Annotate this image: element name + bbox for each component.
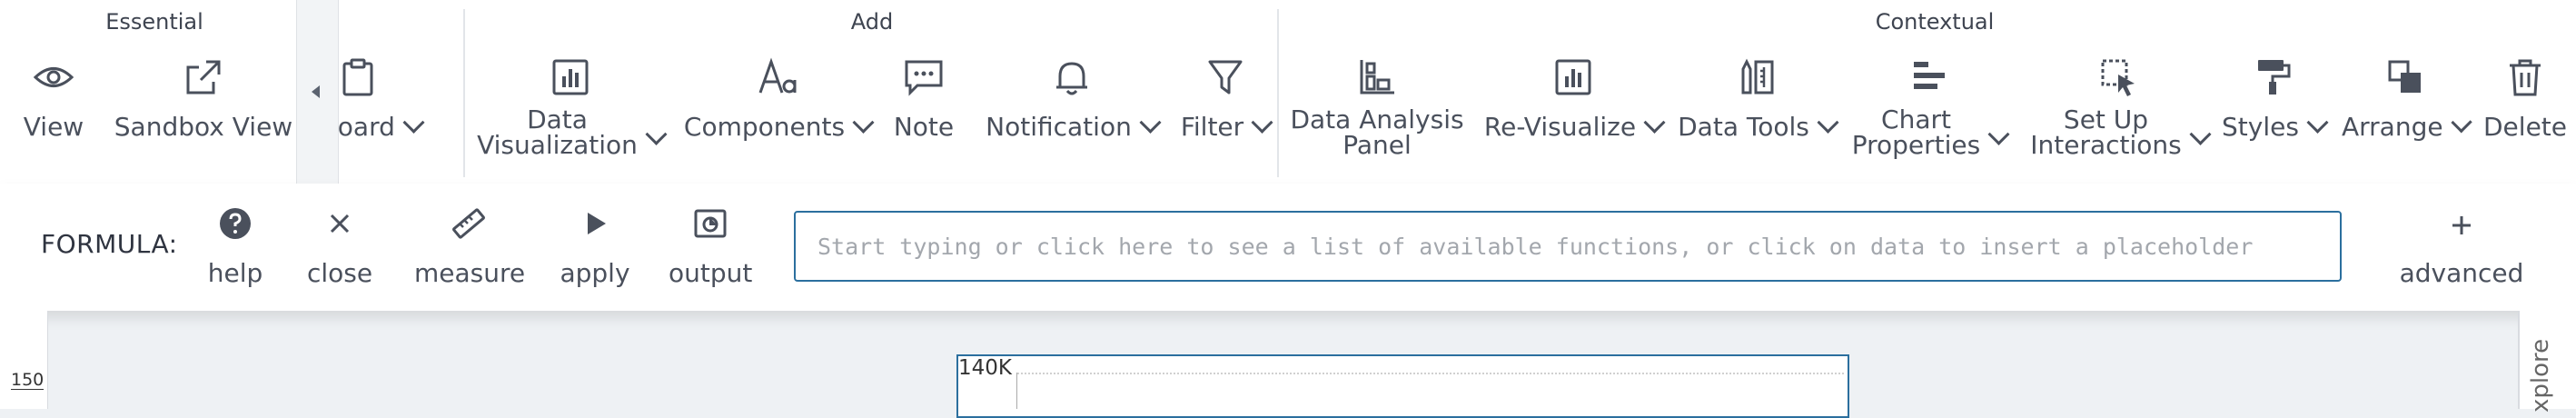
formula-close-button[interactable]: close bbox=[303, 205, 376, 288]
chart-properties-icon bbox=[1908, 56, 1950, 98]
chevron-down-icon bbox=[2450, 111, 2472, 134]
data-tools-icon bbox=[1736, 56, 1778, 98]
arrange-label: Arrange bbox=[2342, 112, 2443, 142]
chevron-down-icon bbox=[402, 111, 425, 134]
formula-close-label: close bbox=[306, 258, 373, 288]
text-font-icon bbox=[757, 56, 798, 98]
close-icon bbox=[322, 205, 358, 242]
re-visualize-label: Re-Visualize bbox=[1483, 112, 1637, 142]
chart-properties-label-line1: Chart bbox=[1881, 104, 1951, 134]
chevron-down-icon bbox=[1817, 111, 1839, 134]
chevron-down-icon bbox=[645, 123, 668, 145]
paint-roller-icon bbox=[2253, 56, 2294, 98]
trash-icon bbox=[2504, 56, 2546, 98]
chevron-down-icon bbox=[1643, 111, 1666, 134]
dashboard-button-clip: board bbox=[339, 0, 457, 184]
chart-properties-label-line2: Properties bbox=[1851, 130, 1981, 160]
formula-advanced-label: advanced bbox=[2399, 258, 2524, 288]
group-label-essential: Essential bbox=[105, 9, 203, 35]
chevron-left-icon bbox=[312, 85, 320, 98]
ribbon-collapse-handle[interactable] bbox=[296, 0, 339, 184]
chevron-down-icon bbox=[2306, 111, 2329, 134]
chevron-down-icon bbox=[1139, 111, 1162, 134]
arrange-layers-icon bbox=[2384, 56, 2426, 98]
eye-icon bbox=[33, 56, 74, 98]
external-link-icon bbox=[183, 56, 224, 98]
formula-help-button[interactable]: help bbox=[205, 205, 265, 288]
vertical-ruler bbox=[0, 311, 48, 409]
group-divider bbox=[463, 9, 465, 177]
chart-y-axis bbox=[1016, 373, 1017, 409]
formula-help-label: help bbox=[207, 258, 263, 288]
chevron-down-icon bbox=[1987, 123, 2010, 145]
bar-chart-icon bbox=[550, 56, 591, 98]
set-up-interactions-label-line2: Interactions bbox=[2030, 130, 2182, 160]
clipboard-icon bbox=[339, 56, 379, 98]
dashboard-label: board bbox=[339, 112, 395, 142]
ruler-icon bbox=[451, 205, 487, 242]
formula-apply-button[interactable]: apply bbox=[556, 205, 634, 288]
sandbox-view-label: Sandbox View bbox=[114, 112, 293, 142]
ruler-value: 150 bbox=[11, 370, 45, 390]
formula-label: FORMULA: bbox=[41, 229, 178, 259]
formula-output-label: output bbox=[669, 258, 753, 288]
styles-label: Styles bbox=[2222, 112, 2299, 142]
bar-chart-icon bbox=[1552, 56, 1594, 98]
data-analysis-panel-label-line2: Panel bbox=[1342, 130, 1412, 160]
formula-measure-button[interactable]: measure bbox=[414, 205, 526, 288]
bell-icon bbox=[1051, 56, 1093, 98]
play-icon bbox=[577, 205, 613, 242]
chevron-down-icon bbox=[2189, 123, 2212, 145]
ribbon-toolbar: Essential Add Contextual View Sandbox Vi… bbox=[0, 0, 2576, 184]
data-visualization-label-line1: Data bbox=[527, 104, 588, 134]
formula-advanced-button[interactable]: advanced bbox=[2398, 207, 2525, 288]
chevron-down-icon bbox=[852, 111, 875, 134]
filter-icon bbox=[1204, 56, 1246, 98]
data-visualization-label-line2: Visualization bbox=[477, 130, 638, 160]
components-label: Components bbox=[683, 112, 846, 142]
chevron-down-icon bbox=[1251, 111, 1273, 134]
notification-label: Notification bbox=[986, 112, 1132, 142]
group-divider bbox=[1277, 9, 1279, 177]
group-label-contextual: Contextual bbox=[1875, 9, 1995, 35]
filter-label: Filter bbox=[1180, 112, 1244, 142]
comment-icon bbox=[903, 56, 945, 98]
select-pointer-icon bbox=[2098, 56, 2140, 98]
plus-icon bbox=[2443, 207, 2480, 244]
formula-measure-label: measure bbox=[414, 258, 526, 288]
help-icon bbox=[217, 205, 253, 242]
view-label: View bbox=[23, 112, 84, 142]
formula-output-button[interactable]: output bbox=[669, 205, 752, 288]
chart-y-tick-label: 140K bbox=[958, 356, 1012, 380]
chart-gridline bbox=[1017, 373, 1844, 374]
set-up-interactions-label-line1: Set Up bbox=[2063, 104, 2149, 134]
data-analysis-panel-label-line1: Data Analysis bbox=[1290, 104, 1464, 134]
analysis-panel-icon bbox=[1356, 56, 1398, 98]
delete-label: Delete bbox=[2483, 112, 2567, 142]
output-icon bbox=[692, 205, 728, 242]
note-label: Note bbox=[893, 112, 955, 142]
group-label-add: Add bbox=[850, 9, 894, 35]
formula-input[interactable] bbox=[794, 211, 2342, 282]
formula-apply-label: apply bbox=[560, 258, 630, 288]
explore-tab-label: xplore bbox=[2527, 338, 2554, 413]
data-tools-label: Data Tools bbox=[1678, 112, 1809, 142]
